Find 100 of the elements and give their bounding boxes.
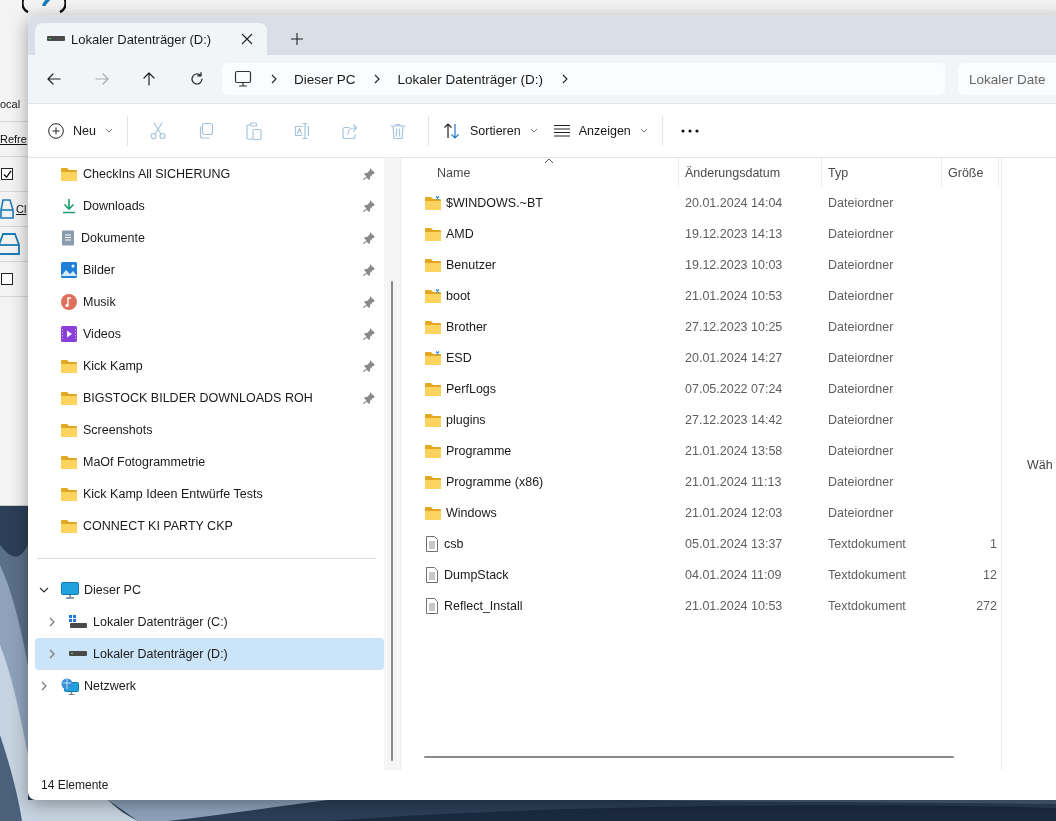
file-name[interactable]: Programme (x86) — [446, 474, 544, 489]
refresh-link[interactable]: Refre — [0, 133, 27, 145]
chevron-right-icon — [561, 73, 569, 85]
caret-down-icon — [529, 128, 538, 133]
chevron-down-icon[interactable] — [39, 585, 49, 595]
breadcrumb-item[interactable]: Lokaler Datenträger (D:) — [397, 71, 543, 87]
folder-name: BIGSTOCK BILDER DOWNLOADS ROH — [83, 391, 314, 405]
sidebar-item[interactable]: CONNECT KI PARTY CKP — [35, 510, 384, 542]
folder-icon — [425, 350, 441, 365]
folder-icon — [61, 455, 77, 469]
folder-name: Downloads — [83, 199, 146, 213]
breadcrumb-field[interactable]: Dieser PC Lokaler Datenträger (D:) — [221, 63, 945, 95]
sidebar-item[interactable]: Kick Kamp — [35, 350, 384, 382]
table-cell-text: 27.12.2023 14:42 — [684, 412, 784, 427]
drive-icon — [47, 36, 65, 42]
table-cell-text: Dateiordner — [827, 505, 895, 520]
file-name[interactable]: DumpStack — [444, 567, 509, 582]
table-cell-text: 07.05.2022 07:24 — [684, 381, 784, 396]
sidebar-item[interactable]: Dokumente — [35, 222, 384, 254]
caret-down-icon — [639, 128, 648, 133]
table-cell-text: 21.01.2024 11:13 — [684, 474, 783, 489]
column-header[interactable]: Änderungsdatum — [679, 158, 822, 187]
search-field[interactable]: Lokaler Date — [958, 63, 1056, 95]
sidebar-item[interactable]: Downloads — [35, 190, 384, 222]
sidebar-item[interactable]: Lokaler Datenträger (D:) — [35, 638, 384, 670]
file-name[interactable]: plugins — [446, 412, 486, 427]
forward-icon — [93, 71, 110, 87]
column-header[interactable]: Größe — [942, 158, 999, 187]
folder-name: CONNECT KI PARTY CKP — [83, 519, 234, 533]
file-name[interactable]: boot — [446, 288, 471, 303]
folder-icon — [61, 519, 77, 533]
new-button[interactable]: Neu — [40, 114, 121, 147]
table-cell-text: 12 — [982, 567, 998, 582]
table-cell-text: Dateiordner — [827, 319, 895, 334]
table-cell-text: Dateiordner — [827, 288, 895, 303]
file-name[interactable]: AMD — [446, 226, 474, 241]
paste-icon — [244, 121, 263, 140]
file-name[interactable]: Brother — [446, 319, 487, 334]
file-name[interactable]: ESD — [446, 350, 472, 365]
column-header[interactable]: Name — [406, 158, 679, 187]
sidebar-item[interactable]: Dieser PC — [35, 574, 384, 606]
folder-icon — [425, 288, 441, 303]
file-name[interactable]: csb — [444, 536, 464, 551]
sidebar-item[interactable]: Screenshots — [35, 414, 384, 446]
scrollbar[interactable] — [391, 281, 393, 761]
tab[interactable]: Lokaler Datenträger (D:) — [35, 23, 267, 55]
table-cell-text: 21.01.2024 12:03 — [684, 505, 784, 520]
file-name[interactable]: Benutzer — [446, 257, 497, 272]
table-cell-text: Textdokument — [827, 536, 907, 551]
checkbox[interactable] — [1, 273, 13, 285]
chevron-right-icon[interactable] — [39, 681, 49, 691]
chevron-right-icon[interactable] — [47, 617, 57, 627]
chevron-right-icon[interactable] — [47, 649, 57, 659]
folder-name: Kick Kamp — [83, 359, 144, 373]
folder-icon — [425, 474, 441, 489]
sidebar-item[interactable]: BIGSTOCK BILDER DOWNLOADS ROH — [35, 382, 384, 414]
sidebar-item[interactable]: Netzwerk — [35, 670, 384, 702]
file-name[interactable]: Windows — [446, 505, 497, 520]
file-name[interactable]: PerfLogs — [446, 381, 497, 396]
table-cell-text: 19.12.2023 10:03 — [684, 257, 784, 272]
more-icon — [680, 128, 699, 133]
table-cell-text: 21.01.2024 10:53 — [684, 598, 784, 613]
sidebar-item[interactable]: CheckIns All SICHERUNG — [35, 158, 384, 190]
checkbox[interactable] — [1, 168, 13, 180]
folder-icon — [425, 195, 441, 210]
back-icon — [45, 71, 62, 87]
table-cell-text: Dateiordner — [827, 412, 895, 427]
item-count: 14 Elemente — [41, 778, 109, 792]
folder-icon — [61, 423, 77, 437]
video-icon — [61, 326, 77, 342]
folder-icon — [61, 359, 77, 373]
folder-icon — [425, 412, 441, 427]
table-cell-text: 20.01.2024 14:27 — [684, 350, 784, 365]
sort-caret-icon — [544, 158, 554, 164]
sidebar-item[interactable]: Bilder — [35, 254, 384, 286]
sidebar-item[interactable]: Kick Kamp Ideen Entwürfe Tests — [35, 478, 384, 510]
file-name[interactable]: $WINDOWS.~BT — [446, 195, 543, 210]
sort-button[interactable]: Sortieren — [434, 114, 546, 147]
table-cell-text: 04.01.2024 11:09 — [684, 567, 783, 582]
folder-icon — [61, 391, 77, 405]
file-name[interactable]: Programme — [446, 443, 512, 458]
document-icon — [425, 597, 439, 614]
sidebar-item[interactable]: Lokaler Datenträger (C:) — [35, 606, 384, 638]
checkmark-icon — [2, 170, 12, 178]
view-button[interactable]: Anzeigen — [545, 114, 656, 147]
drive-link[interactable]: Cl — [16, 203, 27, 215]
sidebar-item[interactable]: MaOf Fotogrammetrie — [35, 446, 384, 478]
folder-icon — [425, 381, 441, 396]
breadcrumb-item[interactable]: Dieser PC — [293, 71, 356, 87]
folder-name: Musik — [83, 295, 117, 309]
table-cell-text: Dateiordner — [827, 474, 895, 489]
sidebar-item[interactable]: Videos — [35, 318, 384, 350]
sidebar-item[interactable]: Musik — [35, 286, 384, 318]
drive-icon — [0, 233, 20, 255]
table-cell-text: Dateiordner — [827, 226, 895, 241]
file-name[interactable]: Reflect_Install — [444, 598, 523, 613]
scrollbar[interactable] — [424, 756, 954, 758]
column-header[interactable]: Typ — [822, 158, 942, 187]
drive-icon — [69, 651, 87, 657]
plus-circle-icon — [48, 122, 64, 139]
